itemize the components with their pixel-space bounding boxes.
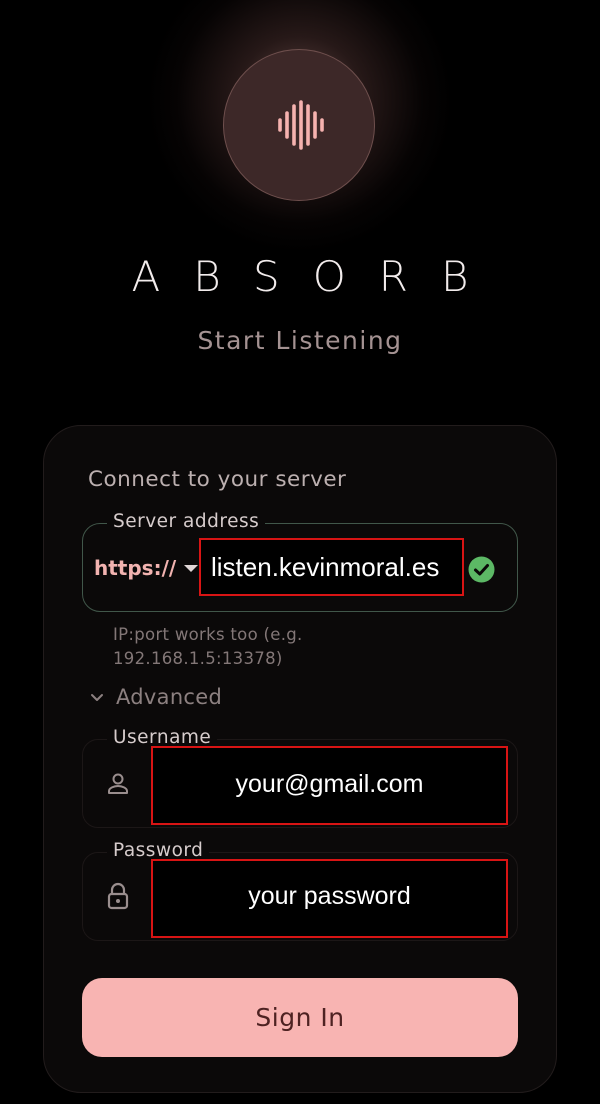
person-icon (108, 773, 128, 794)
card-heading: Connect to your server (88, 467, 347, 492)
chevron-down-icon (91, 694, 103, 701)
protocol-dropdown[interactable]: https:// (94, 556, 176, 580)
server-address-label: Server address (107, 511, 266, 532)
advanced-label: Advanced (116, 685, 223, 709)
server-helper-text: IP:port works too (e.g. 192.168.1.5:1337… (113, 625, 303, 668)
sound-wave-icon (278, 100, 324, 150)
sign-in-button[interactable]: Sign In (82, 978, 518, 1057)
app-logo (223, 49, 375, 201)
username-label: Username (107, 727, 218, 748)
password-input[interactable]: your password (151, 882, 508, 911)
lock-icon (107, 882, 129, 910)
app-title: ABSORB (131, 252, 502, 301)
server-address-input[interactable]: listen.kevinmoral.es (211, 552, 439, 583)
app-subtitle: Start Listening (197, 326, 403, 355)
username-input[interactable]: your@gmail.com (151, 770, 508, 799)
caret-down-icon[interactable] (184, 565, 198, 572)
password-label: Password (107, 840, 210, 861)
check-circle-icon (468, 556, 495, 583)
